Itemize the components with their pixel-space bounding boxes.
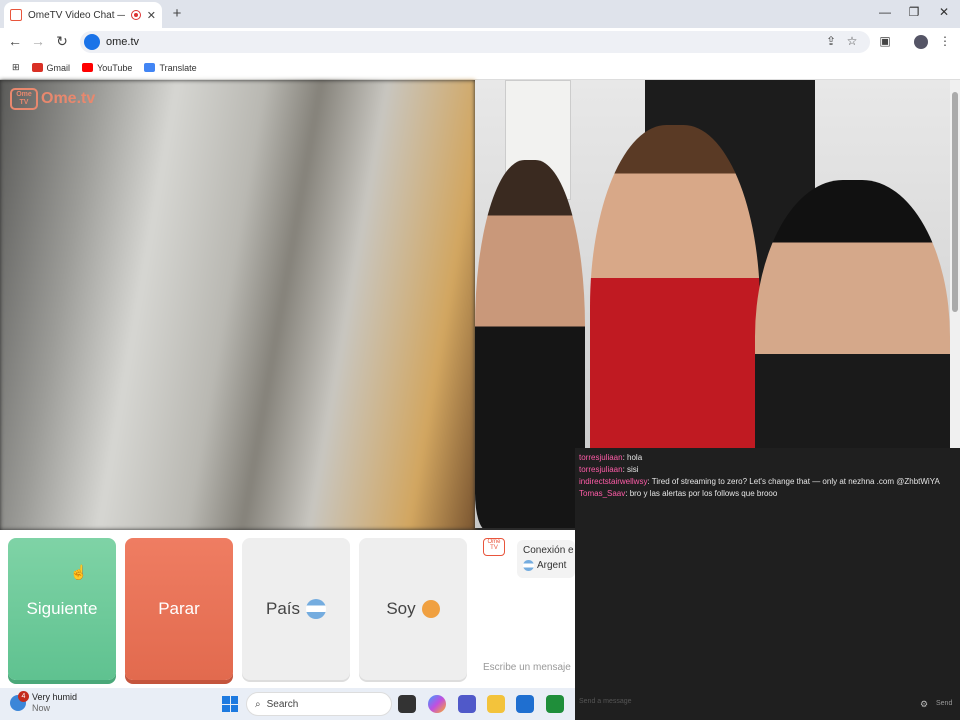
bookmark-translate[interactable]: Translate bbox=[144, 62, 197, 73]
bookmark-translate-label: Translate bbox=[159, 62, 197, 73]
chat-send-button[interactable]: Send bbox=[936, 700, 952, 707]
close-tab-icon[interactable]: ✕ bbox=[147, 9, 156, 22]
connection-text: Conexión e bbox=[523, 545, 574, 556]
gmail-icon bbox=[31, 63, 43, 72]
ometv-mini-logo-icon: Ome TV bbox=[483, 538, 505, 556]
chat-text: : bro y las alertas por los follows que … bbox=[625, 489, 778, 498]
site-message-input[interactable]: Escribe un mensaje bbox=[483, 662, 571, 673]
reading-list-icon[interactable]: ▣ bbox=[876, 34, 894, 48]
pais-button[interactable]: País bbox=[242, 538, 350, 680]
ometv-logo-text: Ome.tv bbox=[41, 90, 96, 107]
profile-avatar[interactable] bbox=[914, 35, 928, 49]
connection-bubble: Conexión e Argent bbox=[517, 540, 575, 578]
apps-grid-icon[interactable]: ⊞ bbox=[12, 62, 20, 73]
chat-username: Tomas_Saav bbox=[579, 489, 626, 498]
maximize-button[interactable]: ❐ bbox=[899, 5, 929, 19]
bookmark-gmail[interactable]: Gmail bbox=[31, 62, 71, 73]
chat-username: torresjuliaan bbox=[579, 465, 623, 474]
task-view-icon[interactable] bbox=[398, 695, 416, 713]
youtube-icon bbox=[82, 63, 94, 72]
scrollbar-thumb[interactable] bbox=[952, 92, 958, 312]
weather-sub: Now bbox=[32, 703, 51, 713]
person-emoji-icon bbox=[421, 600, 440, 618]
chat-username: torresjuliaan bbox=[579, 453, 623, 462]
person-left bbox=[475, 160, 585, 528]
recording-icon bbox=[130, 10, 141, 20]
taskbar: 4 Very humid Now ⌕ Search bbox=[0, 688, 575, 720]
xbox-icon[interactable] bbox=[546, 695, 564, 713]
parar-button[interactable]: Parar bbox=[125, 538, 233, 680]
bookmark-gmail-label: Gmail bbox=[46, 62, 71, 73]
local-video bbox=[0, 80, 475, 530]
bookmark-youtube[interactable]: YouTube bbox=[82, 63, 132, 73]
menu-icon[interactable]: ⋮ bbox=[936, 34, 954, 48]
site-info-icon[interactable] bbox=[84, 34, 100, 50]
controls-panel: Siguiente Parar País Soy bbox=[0, 530, 475, 688]
pais-label: País bbox=[265, 599, 301, 618]
ometv-logo: Ome TV Ome.tv bbox=[10, 88, 95, 110]
file-explorer-icon[interactable] bbox=[487, 695, 505, 713]
taskbar-search[interactable]: ⌕ Search bbox=[246, 692, 392, 716]
close-window-button[interactable]: ✕ bbox=[929, 5, 959, 19]
store-icon[interactable] bbox=[516, 695, 534, 713]
chat-message: torresjuliaan: hola bbox=[575, 452, 960, 464]
taskbar-search-label: Search bbox=[266, 698, 299, 710]
bookmark-star-icon[interactable]: ☆ bbox=[843, 34, 861, 48]
bookmark-youtube-label: YouTube bbox=[97, 62, 133, 73]
url-text: ome.tv bbox=[106, 36, 140, 48]
chat-message: indirectstairwellwsy: Tired of streaming… bbox=[575, 476, 960, 488]
soy-button[interactable]: Soy bbox=[359, 538, 467, 680]
tab-title: OmeTV Video Chat — Ome bbox=[28, 9, 125, 21]
argentina-flag-icon bbox=[306, 599, 327, 619]
translate-icon bbox=[144, 63, 156, 72]
stream-chat-overlay: torresjuliaan: hola torresjuliaan: sisi … bbox=[575, 448, 960, 720]
stream-chat-input[interactable]: Send a message bbox=[579, 698, 919, 712]
new-tab-button[interactable]: + bbox=[168, 5, 186, 22]
siguiente-button[interactable]: Siguiente bbox=[8, 538, 116, 680]
argentina-flag-small-icon bbox=[523, 559, 534, 571]
browser-tab[interactable]: OmeTV Video Chat — Ome ✕ bbox=[4, 2, 162, 28]
chat-username: indirectstairwellwsy bbox=[579, 477, 648, 486]
teams-icon[interactable] bbox=[458, 695, 476, 713]
weather-badge: 4 bbox=[18, 691, 29, 702]
copilot-icon[interactable] bbox=[428, 695, 446, 713]
parar-label: Parar bbox=[158, 599, 200, 618]
address-bar-row: ← → ↻ ome.tv ⇪ ☆ ▣ ⋮ bbox=[0, 28, 960, 56]
ometv-logo-icon: Ome TV bbox=[10, 88, 38, 110]
siguiente-label: Siguiente bbox=[26, 599, 98, 618]
ometv-favicon-icon bbox=[10, 9, 22, 21]
forward-icon[interactable]: → bbox=[29, 33, 47, 49]
browser-tabbar: OmeTV Video Chat — Ome ✕ + — ❐ ✕ bbox=[0, 0, 960, 28]
connection-country-name: Argent bbox=[537, 560, 567, 571]
weather-title: Very humid bbox=[32, 692, 78, 702]
chat-text: : sisi bbox=[622, 465, 639, 474]
reload-icon[interactable]: ↻ bbox=[53, 33, 71, 50]
chat-message: Tomas_Saav: bro y las alertas por los fo… bbox=[575, 488, 960, 500]
chat-settings-icon[interactable]: ⚙ bbox=[920, 699, 928, 710]
soy-label: Soy bbox=[386, 599, 416, 618]
url-bar[interactable]: ome.tv bbox=[80, 31, 870, 53]
connection-country: Argent bbox=[523, 558, 569, 573]
minimize-button[interactable]: — bbox=[870, 5, 900, 19]
weather-icon: 4 bbox=[10, 691, 29, 711]
cast-icon[interactable]: ⇪ bbox=[822, 34, 840, 48]
site-chat-panel: Ome TV Conexión e Argent Escribe un mens… bbox=[475, 530, 575, 688]
mouse-cursor-icon: ☝ bbox=[70, 564, 88, 580]
chat-message: torresjuliaan: sisi bbox=[575, 464, 960, 476]
search-icon: ⌕ bbox=[255, 698, 261, 710]
chat-text: : Tired of streaming to zero? Let's chan… bbox=[647, 477, 940, 486]
weather-widget[interactable]: 4 Very humid Now bbox=[10, 691, 78, 714]
chat-text: : hola bbox=[622, 453, 643, 462]
start-icon[interactable] bbox=[222, 696, 238, 712]
bookmarks-bar: ⊞ Gmail YouTube Translate bbox=[0, 56, 960, 80]
back-icon[interactable]: ← bbox=[6, 33, 24, 49]
